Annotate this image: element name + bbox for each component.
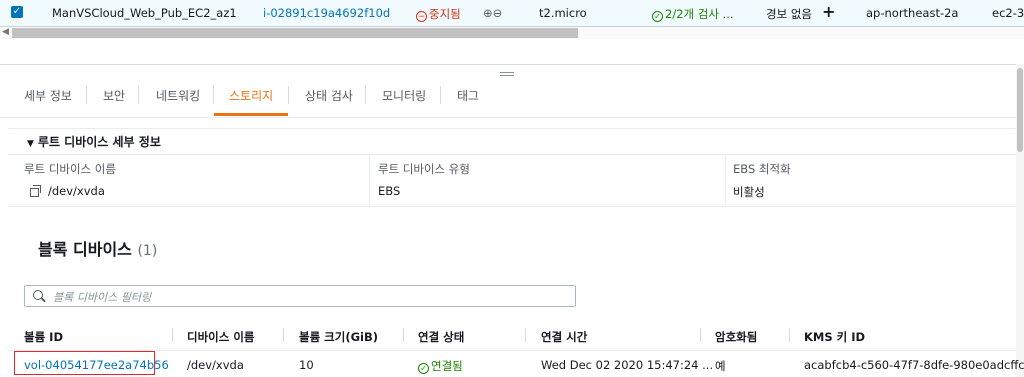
alarm-status: 경보 없음 xyxy=(766,7,812,21)
active-tab-indicator xyxy=(214,113,288,116)
status-check-label: 2/2개 검사 ... xyxy=(665,7,734,21)
copy-icon[interactable] xyxy=(30,185,41,197)
instance-row[interactable]: ✓ ManVSCloud_Web_Pub_EC2_az1 i-02891c19a… xyxy=(0,0,1024,27)
add-alarm-plus-icon[interactable]: + xyxy=(822,2,835,21)
col-device-name[interactable]: 디바이스 이름 xyxy=(187,329,254,345)
encrypted-cell: 예 xyxy=(715,359,726,373)
instance-state-label: 중지됨 xyxy=(429,7,461,21)
tab-details[interactable]: 세부 정보 xyxy=(24,87,72,104)
filter-input[interactable] xyxy=(51,288,555,306)
block-device-filter[interactable] xyxy=(24,285,576,307)
volume-id-highlight-box xyxy=(14,351,155,375)
root-device-type-value: EBS xyxy=(378,184,401,198)
col-kms-key-id[interactable]: KMS 키 ID xyxy=(804,329,865,345)
root-device-title-label: 루트 디바이스 세부 정보 xyxy=(37,135,161,149)
tab-security[interactable]: 보안 xyxy=(103,87,125,104)
table-header: 볼륨 ID 디바이스 이름 볼륨 크기(GiB) 연결 상태 연결 시간 암호화… xyxy=(8,320,1016,351)
vertical-scrollbar[interactable] xyxy=(1016,64,1024,377)
tab-networking[interactable]: 네트워킹 xyxy=(156,87,200,104)
detail-tabs: 세부 정보 보안 네트워킹 스토리지 상태 검사 모니터링 태그 xyxy=(0,83,1016,118)
attach-time-cell: Wed Dec 02 2020 15:47:24 ... xyxy=(541,358,714,372)
attach-status-cell: ✓ 연결됨 xyxy=(418,358,463,374)
status-check[interactable]: ✓ 2/2개 검사 ... xyxy=(652,6,734,22)
vertical-scrollbar-thumb[interactable] xyxy=(1017,68,1023,152)
tab-monitoring[interactable]: 모니터링 xyxy=(382,87,426,104)
horizontal-scrollbar[interactable]: ◀ xyxy=(0,27,1024,39)
root-device-type-label: 루트 디바이스 유형 xyxy=(378,162,470,176)
search-icon xyxy=(33,290,43,300)
attach-status-label: 연결됨 xyxy=(431,359,463,373)
col-attach-status[interactable]: 연결 상태 xyxy=(418,329,464,345)
col-volume-id[interactable]: 볼륨 ID xyxy=(24,329,63,345)
instance-state: − 중지됨 xyxy=(416,6,461,22)
check-ok-icon: ✓ xyxy=(652,11,663,22)
ebs-optimized-value: 비활성 xyxy=(733,185,765,199)
row-checkbox[interactable]: ✓ xyxy=(11,6,23,18)
resize-grip-icon[interactable] xyxy=(500,72,514,78)
root-device-name-text: /dev/xvda xyxy=(48,184,105,198)
zoom-out-icon[interactable]: ⊖ xyxy=(493,6,503,20)
root-device-name-value: /dev/xvda xyxy=(30,184,105,198)
availability-zone: ap-northeast-2a xyxy=(866,6,959,20)
scroll-left-arrow-icon[interactable]: ◀ xyxy=(2,27,9,37)
block-devices-title: 블록 디바이스 (1) xyxy=(38,236,157,260)
volume-size-cell: 10 xyxy=(299,358,314,372)
block-devices-count: (1) xyxy=(137,243,158,259)
public-dns: ec2-3- xyxy=(992,6,1024,20)
root-device-name-label: 루트 디바이스 이름 xyxy=(24,162,116,176)
instance-name: ManVSCloud_Web_Pub_EC2_az1 xyxy=(52,6,237,20)
zoom-icons[interactable]: ⊕⊖ xyxy=(483,6,502,20)
instance-type: t2.micro xyxy=(539,6,587,20)
device-name-cell: /dev/xvda xyxy=(187,358,244,372)
tab-status-checks[interactable]: 상태 검사 xyxy=(305,87,353,104)
block-devices-title-label: 블록 디바이스 xyxy=(38,240,132,259)
root-device-title[interactable]: ▼ 루트 디바이스 세부 정보 xyxy=(27,133,161,150)
tab-tags[interactable]: 태그 xyxy=(457,87,479,104)
zoom-in-icon[interactable]: ⊕ xyxy=(483,6,493,20)
scrollbar-thumb[interactable] xyxy=(12,28,578,38)
collapse-caret-icon[interactable]: ▼ xyxy=(27,139,34,149)
col-attach-time[interactable]: 연결 시간 xyxy=(541,329,587,345)
attached-ok-icon: ✓ xyxy=(418,363,429,374)
panel-splitter[interactable] xyxy=(0,64,1024,65)
col-volume-size[interactable]: 볼륨 크기(GiB) xyxy=(299,329,378,345)
ebs-optimized-label: EBS 최적화 xyxy=(733,162,791,176)
col-encrypted[interactable]: 암호화됨 xyxy=(715,329,757,345)
tab-storage[interactable]: 스토리지 xyxy=(229,87,273,104)
stopped-icon: − xyxy=(416,11,427,22)
kms-key-id-cell: acabfcb4-c560-47f7-8dfe-980e0adcffc3 xyxy=(804,358,1024,372)
instance-id-link[interactable]: i-02891c19a4692f10d xyxy=(263,6,390,20)
